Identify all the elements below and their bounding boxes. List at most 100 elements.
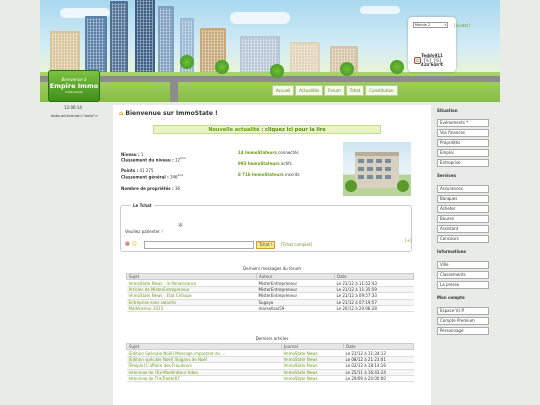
tchat-title: Le Tchat	[131, 203, 154, 208]
page-title: ⌂ Bienvenue sur ImmoState !	[119, 110, 218, 117]
tchat-box: Le Tchat ✻ Veuillez patienter ! ▦ ☺ Tcha…	[120, 203, 412, 252]
site-logo[interactable]: Bienvenue à Empire Immo Indie Game	[48, 70, 100, 102]
stat-classement-niveau: Classement du niveau : 12ème	[121, 157, 186, 162]
sidebar-item-banques[interactable]: Banques	[437, 195, 489, 203]
cloud	[360, 6, 400, 14]
sidebar-item-bourse[interactable]: Bourse	[437, 215, 489, 223]
main-nav: Accueil Actualités Forum Tchat Constitut…	[272, 85, 398, 96]
forum-table: Sujet Auteur Date ImmoState News : la Re…	[126, 272, 414, 313]
nav-accueil[interactable]: Accueil	[272, 85, 295, 96]
road	[170, 76, 178, 102]
world-select[interactable]: Monde 2 ▾	[413, 22, 448, 28]
nav-forum[interactable]: Forum	[324, 85, 345, 96]
forum-subject-link[interactable]: Modérateur 2015	[126, 305, 257, 313]
table-row: ImmoState News : la Renaissance MisterEnt…	[126, 279, 414, 287]
sidebar-heading-services: Services	[437, 173, 457, 178]
article-subject-link[interactable]: Interview de TheTrader87	[126, 375, 282, 383]
sidebar-item-classements[interactable]: Classements	[437, 271, 489, 279]
articles-table: Sujet Journal Date [Edition Spéciale Noë…	[126, 342, 414, 383]
refresh-icon[interactable]: ↻	[434, 57, 441, 64]
sidebar-item-concours[interactable]: Concours	[437, 235, 489, 243]
count-number[interactable]: 993 ImmoStateurs	[238, 161, 280, 166]
nav-actualites[interactable]: Actualités	[295, 85, 324, 96]
stat-suffix: ème	[177, 174, 184, 177]
sidebar-item-premium[interactable]: Compte Premium	[437, 317, 489, 325]
apartment-building-icon	[345, 152, 409, 192]
count-number[interactable]: 8 716 ImmoStateurs	[238, 172, 284, 177]
sidebar-item-ville[interactable]: Ville	[437, 261, 489, 269]
sidebar-item-assurances[interactable]: Assurances	[437, 185, 489, 193]
news-banner-action: : cliquez ici pour la lire	[259, 127, 326, 133]
nav-constitution[interactable]: Constitution	[365, 85, 398, 96]
count-number[interactable]: 14 ImmoStateurs	[238, 150, 277, 155]
table-row: ImmoState News : Etat Critique MisterEntr…	[126, 292, 414, 300]
tree	[270, 64, 284, 78]
tree	[340, 62, 354, 76]
article-journal-link[interactable]: ImmoState News	[281, 375, 344, 383]
count-actifs: 993 ImmoStateurs actifs	[238, 161, 292, 166]
tree	[180, 55, 194, 69]
count-inscrits: 8 716 ImmoStateurs inscrits	[238, 172, 299, 177]
count-connectes: 14 ImmoStateurs connectés	[238, 150, 299, 155]
articles-caption: Derniers articles	[255, 336, 289, 341]
sidebar-item-entreprise[interactable]: Entreprise	[437, 159, 489, 167]
sidebar-item-finances[interactable]: Vos finances	[437, 129, 489, 137]
stat-value: 346	[169, 174, 178, 180]
stat-label: Classement du niveau :	[121, 157, 174, 163]
chevron-down-icon: ▾	[444, 23, 446, 27]
tchat-message-input[interactable]	[144, 241, 254, 249]
road	[40, 76, 500, 82]
sidebar-item-acheter[interactable]: Acheter	[437, 205, 489, 213]
stat-label: Points :	[121, 168, 139, 173]
page-title-text: Bienvenue sur ImmoState !	[125, 110, 218, 117]
table-row: Articles de MisterEntrepreneur MisterEntr…	[126, 286, 414, 294]
logo-tagline: Indie Game	[65, 90, 83, 94]
tchat-expand-link[interactable]: [+]	[405, 238, 411, 243]
tchat-send-button[interactable]: Tchat !	[256, 241, 276, 249]
building	[290, 42, 320, 76]
table-row: Modérateur 2015 marsellaix59 Le 20/12 à 20…	[126, 305, 414, 313]
table-row: Interview de TheTrader87 ImmoState News Le…	[126, 375, 414, 383]
world-select-value: Monde 2	[415, 23, 431, 27]
sidebar-item-vip[interactable]: Espace V.I.P.	[437, 307, 489, 315]
sidebar-item-evenements[interactable]: Evénements *	[437, 119, 489, 127]
tchat-full-link[interactable]: [Tchat complet]	[281, 242, 312, 247]
house-icon: ⌂	[119, 110, 124, 117]
building	[158, 6, 174, 76]
smiley-icon[interactable]: ☺	[132, 242, 137, 247]
sidebar: Situation Evénements * Vos finances Prop…	[431, 105, 495, 405]
sidebar-heading-situation: Situation	[437, 108, 458, 113]
sidebar-item-personnage[interactable]: Personnage	[437, 327, 489, 335]
stat-suffix: ème	[180, 157, 186, 160]
stat-classement-general: Classement général : 346ème	[121, 174, 183, 179]
sidebar-item-assistant[interactable]: Assistant	[437, 225, 489, 233]
building-illustration	[343, 142, 411, 196]
sidebar-item-proprietes[interactable]: Propriétés	[437, 139, 489, 147]
building	[85, 16, 107, 76]
sidebar-heading-informations: Informations	[437, 249, 466, 254]
sidebar-item-emploi[interactable]: Emploi	[437, 149, 489, 157]
tools-icon[interactable]: ✎	[424, 57, 431, 64]
tchat-waiting-text: Veuillez patienter !	[125, 229, 163, 234]
building	[135, 0, 155, 76]
count-text: connectés	[276, 150, 299, 155]
avatar[interactable]: [avatar]	[454, 23, 470, 28]
news-banner[interactable]: Nouvelle actualité : cliquez ici pour la…	[153, 125, 381, 134]
color-palette-icon[interactable]: ▦	[125, 242, 130, 247]
stat-points: Points : 41 275	[121, 168, 153, 173]
forum-author: marsellaix59	[256, 305, 335, 313]
logout-icon[interactable]: ⏻	[414, 57, 421, 64]
tchat-tools: ▦ ☺	[125, 242, 137, 247]
stat-value: 41 275	[139, 168, 154, 173]
loading-spinner-icon: ✻	[178, 222, 184, 229]
stat-label: Nombre de propriétés :	[121, 186, 174, 191]
logo-title: Empire Immo	[49, 82, 99, 90]
nav-tchat[interactable]: Tchat	[345, 85, 365, 96]
news-banner-label: Nouvelle actualité	[208, 127, 260, 133]
sidebar-item-presse[interactable]: La presse	[437, 281, 489, 289]
tree	[215, 60, 229, 74]
cloud	[230, 12, 290, 24]
user-actions: ⏻ ✎ ↻	[414, 57, 441, 64]
count-text: inscrits	[283, 172, 300, 177]
count-text: actifs	[279, 161, 292, 166]
